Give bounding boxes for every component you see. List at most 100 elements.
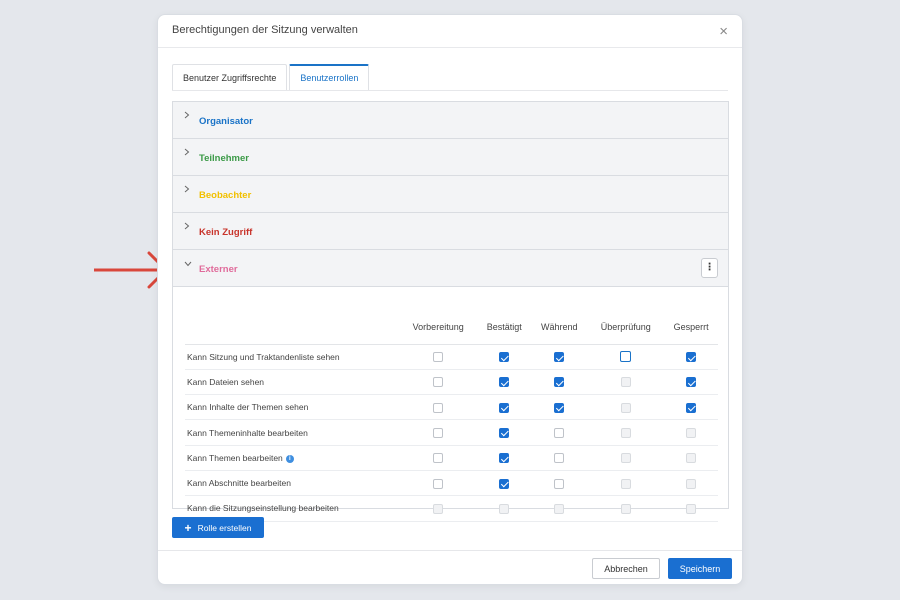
permission-checkbox[interactable]	[686, 402, 697, 413]
role-row-kein-zugriff[interactable]: Kein Zugriff	[173, 213, 728, 250]
status-column-header: Gesperrt	[664, 310, 718, 345]
permission-checkbox[interactable]	[686, 377, 697, 388]
permission-checkbox	[620, 478, 631, 489]
permission-checkbox	[686, 453, 697, 464]
close-icon[interactable]: ×	[719, 24, 728, 39]
permission-cell	[531, 394, 588, 421]
permission-checkbox[interactable]	[433, 478, 444, 489]
more-options-icon[interactable]: ⋮	[701, 258, 718, 278]
permission-checkbox[interactable]	[499, 453, 510, 464]
permission-checkbox[interactable]	[433, 402, 444, 413]
permission-checkbox[interactable]	[620, 351, 632, 363]
permission-cell	[531, 419, 588, 446]
permission-cell	[399, 445, 478, 471]
permission-checkbox	[620, 427, 631, 438]
info-icon[interactable]: i	[285, 454, 294, 463]
permission-cell	[477, 419, 532, 446]
permission-cell	[399, 369, 478, 396]
permission-checkbox[interactable]	[686, 352, 697, 363]
dialog-header: Berechtigungen der Sitzung verwalten ×	[158, 15, 742, 48]
permission-row: Kann Themeninhalte bearbeiten	[185, 419, 718, 446]
permission-checkbox	[620, 377, 631, 388]
permissions-dialog: Berechtigungen der Sitzung verwalten × B…	[157, 14, 743, 585]
permission-label: Kann Inhalte der Themen sehen	[187, 402, 309, 413]
save-button[interactable]: Speichern	[668, 558, 732, 579]
permission-checkbox[interactable]	[433, 377, 444, 388]
permission-cell	[587, 470, 665, 497]
permission-cell	[531, 369, 588, 396]
permission-cell	[399, 470, 478, 497]
permission-cell	[664, 495, 718, 522]
permission-cell	[664, 445, 718, 471]
permission-cell	[664, 394, 718, 421]
permission-checkbox[interactable]	[554, 377, 565, 388]
create-role-button[interactable]: + Rolle erstellen	[172, 517, 264, 538]
permission-checkbox[interactable]	[554, 427, 565, 438]
permission-checkbox[interactable]	[433, 352, 444, 363]
permission-checkbox	[686, 503, 697, 514]
permission-cell	[587, 495, 665, 522]
permission-row: Kann die Sitzungseinstellung bearbeiten	[185, 495, 718, 522]
permission-cell	[587, 369, 665, 396]
cancel-button[interactable]: Abbrechen	[592, 558, 660, 579]
permission-checkbox[interactable]	[554, 453, 565, 464]
permission-checkbox[interactable]	[433, 453, 444, 464]
role-row-externer[interactable]: Externer ⋮	[173, 250, 728, 287]
chevron-right-icon	[184, 111, 190, 122]
permission-checkbox	[620, 453, 631, 464]
roles-accordion: Organisator Teilnehmer Beobachter Kein Zugr…	[172, 101, 729, 522]
chevron-down-icon	[184, 259, 192, 270]
permission-cell	[399, 344, 478, 370]
permission-checkbox[interactable]	[499, 352, 510, 363]
permission-label: Kann die Sitzungseinstellung bearbeiten	[187, 503, 339, 514]
permission-row: Kann Abschnitte bearbeiten	[185, 470, 718, 497]
permission-cell	[477, 344, 532, 370]
tab-user-roles[interactable]: Benutzerrollen	[289, 64, 370, 90]
status-column-header: Während	[531, 310, 588, 345]
permission-checkbox[interactable]	[554, 402, 565, 413]
permission-cell	[399, 495, 478, 522]
status-column-header: Überprüfung	[587, 310, 665, 345]
role-row-organisator[interactable]: Organisator	[173, 102, 728, 139]
permission-cell	[664, 470, 718, 497]
chevron-right-icon	[184, 148, 190, 159]
role-name: Beobachter	[199, 190, 252, 201]
permission-cell	[587, 344, 665, 370]
permission-checkbox[interactable]	[499, 377, 510, 388]
chevron-right-icon	[184, 222, 190, 233]
permission-cell	[664, 344, 718, 370]
permission-label-cell: Kann Dateien sehen	[185, 369, 399, 396]
permission-label-cell: Kann Abschnitte bearbeiten	[185, 470, 399, 497]
permission-checkbox	[620, 402, 631, 413]
permission-checkbox	[686, 478, 697, 489]
permission-label: Kann Sitzung und Traktandenliste sehen	[187, 351, 340, 362]
tab-user-access-rights[interactable]: Benutzer Zugriffsrechte	[172, 64, 288, 90]
permission-cell	[477, 495, 532, 522]
permission-cell	[531, 495, 588, 522]
role-name: Kein Zugriff	[199, 227, 253, 238]
permission-cell	[399, 394, 478, 421]
permission-cell	[477, 394, 532, 421]
status-column-header: Bestätigt	[477, 310, 532, 345]
role-row-teilnehmer[interactable]: Teilnehmer	[173, 139, 728, 176]
permission-checkbox[interactable]	[554, 352, 565, 363]
permission-checkbox[interactable]	[499, 478, 510, 489]
permission-checkbox	[499, 503, 510, 514]
role-row-beobachter[interactable]: Beobachter	[173, 176, 728, 213]
permission-cell	[477, 369, 532, 396]
permission-cell	[587, 445, 665, 471]
dialog-title: Berechtigungen der Sitzung verwalten	[172, 24, 358, 36]
permission-checkbox[interactable]	[433, 427, 444, 438]
permission-label-cell: Kann Themeninhalte bearbeiten	[185, 419, 399, 446]
permission-checkbox[interactable]	[499, 402, 510, 413]
permission-cell	[477, 470, 532, 497]
permission-cell	[664, 369, 718, 396]
permission-cell	[531, 344, 588, 370]
permission-cell	[399, 419, 478, 446]
plus-icon: +	[184, 520, 192, 535]
permission-checkbox[interactable]	[499, 427, 510, 438]
permission-checkbox[interactable]	[554, 478, 565, 489]
permission-row: Kann Themen bearbeiten i	[185, 445, 718, 471]
permission-cell	[587, 419, 665, 446]
permission-cell	[531, 470, 588, 497]
